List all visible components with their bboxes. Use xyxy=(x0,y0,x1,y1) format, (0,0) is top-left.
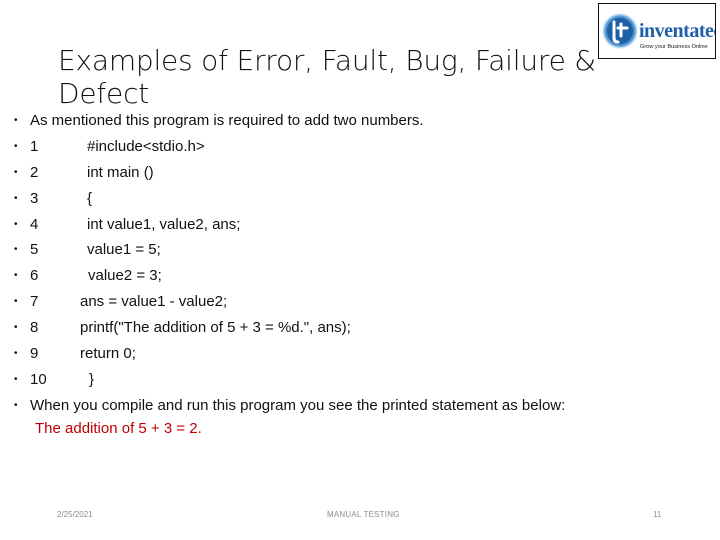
code-text: printf("The addition of 5 + 3 = %d.", an… xyxy=(80,319,351,337)
line-number: 8 xyxy=(30,319,39,337)
intro-bullet: • As mentioned this program is required … xyxy=(14,108,694,134)
footer-title: MANUAL TESTING xyxy=(327,510,400,519)
code-line: • 3 { xyxy=(14,186,694,212)
line-number: 7 xyxy=(30,293,39,311)
bullet-icon: • xyxy=(14,140,18,152)
code-text: } xyxy=(89,370,95,388)
line-number: 10 xyxy=(30,370,47,388)
bullet-icon: • xyxy=(14,348,18,360)
line-number: 5 xyxy=(30,241,39,259)
bullet-icon: • xyxy=(14,115,18,126)
code-line: • 1 #include<stdio.h> xyxy=(14,134,694,160)
code-line: • 8 printf("The addition of 5 + 3 = %d."… xyxy=(14,315,694,341)
footer-page-number: 11 xyxy=(653,510,662,519)
bullet-icon: • xyxy=(14,166,18,178)
bullet-icon: • xyxy=(14,218,18,230)
bullet-icon: • xyxy=(14,192,18,204)
bullet-icon: • xyxy=(14,399,18,411)
line-number: 1 xyxy=(30,137,39,155)
code-text: int main () xyxy=(87,163,154,181)
company-logo: inventateq Grow your Business Online xyxy=(598,3,716,59)
bullet-icon: • xyxy=(14,296,18,308)
code-text: return 0; xyxy=(80,345,136,363)
code-text: #include<stdio.h> xyxy=(87,137,205,155)
bullet-icon: • xyxy=(14,244,18,256)
code-line: • 6 value2 = 3; xyxy=(14,263,694,289)
line-number: 2 xyxy=(30,163,39,181)
logo-brand-text: inventateq xyxy=(639,20,715,42)
code-text: { xyxy=(87,189,93,207)
code-line: • 9 return 0; xyxy=(14,341,694,367)
line-number: 3 xyxy=(30,189,39,207)
outro-bullet: • When you compile and run this program … xyxy=(14,393,694,419)
code-text: int value1, value2, ans; xyxy=(87,215,241,233)
code-line: • 10 } xyxy=(14,367,694,393)
code-text: value2 = 3; xyxy=(88,267,162,285)
bullet-icon: • xyxy=(14,270,18,282)
intro-text: As mentioned this program is required to… xyxy=(30,112,424,129)
outro-text: When you compile and run this program yo… xyxy=(30,396,566,414)
line-number: 9 xyxy=(30,345,39,363)
slide-title: Examples of Error, Fault, Bug, Failure &… xyxy=(58,44,596,110)
line-number: 6 xyxy=(30,267,39,285)
bullet-icon: • xyxy=(14,373,18,385)
program-output-text: The addition of 5 + 3 = 2. xyxy=(35,420,202,437)
footer-date: 2/25/2021 xyxy=(57,510,93,519)
inventateq-logo-icon: inventateq Grow your Business Online xyxy=(601,12,715,50)
logo-tagline-text: Grow your Business Online xyxy=(640,44,708,50)
slide-body: • As mentioned this program is required … xyxy=(14,108,694,419)
bullet-icon: • xyxy=(14,322,18,334)
code-line: • 4 int value1, value2, ans; xyxy=(14,212,694,238)
code-text: ans = value1 - value2; xyxy=(80,293,228,311)
code-line: • 5 value1 = 5; xyxy=(14,237,694,263)
code-line: • 2 int main () xyxy=(14,160,694,186)
line-number: 4 xyxy=(30,215,39,233)
code-text: value1 = 5; xyxy=(87,241,161,259)
code-line: • 7 ans = value1 - value2; xyxy=(14,289,694,315)
